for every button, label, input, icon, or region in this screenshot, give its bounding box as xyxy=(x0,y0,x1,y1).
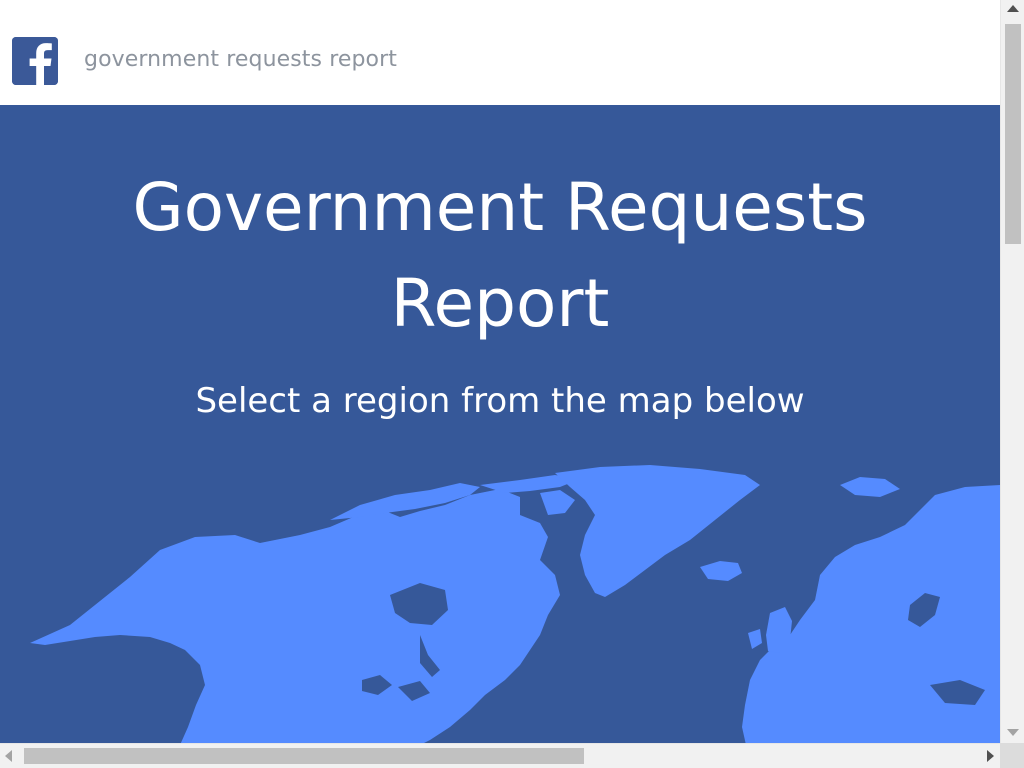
page-title: Government Requests Report xyxy=(0,160,1000,352)
scroll-left-arrow-icon[interactable] xyxy=(5,750,12,762)
scroll-right-arrow-icon[interactable] xyxy=(987,750,994,762)
vertical-scrollbar[interactable] xyxy=(1000,0,1024,743)
scrollbar-corner xyxy=(1000,743,1024,768)
page-title-line-2: Report xyxy=(390,265,610,342)
page-title-line-1: Government Requests xyxy=(132,169,868,246)
site-title-link[interactable]: government requests report xyxy=(84,47,397,72)
world-map[interactable] xyxy=(0,465,1000,743)
facebook-logo-icon[interactable] xyxy=(12,37,58,85)
page-subtitle: Select a region from the map below xyxy=(195,381,805,421)
map-region-north-america[interactable] xyxy=(30,489,560,743)
map-region-iceland[interactable] xyxy=(700,561,742,581)
horizontal-scrollbar[interactable] xyxy=(0,743,1000,768)
hero-banner: Government Requests Report Select a regi… xyxy=(0,105,1000,743)
vertical-scroll-thumb[interactable] xyxy=(1005,24,1021,244)
scroll-up-arrow-icon[interactable] xyxy=(1007,5,1019,12)
top-bar: government requests report xyxy=(0,0,1000,105)
scroll-down-arrow-icon[interactable] xyxy=(1007,729,1019,736)
horizontal-scroll-thumb[interactable] xyxy=(24,748,584,764)
